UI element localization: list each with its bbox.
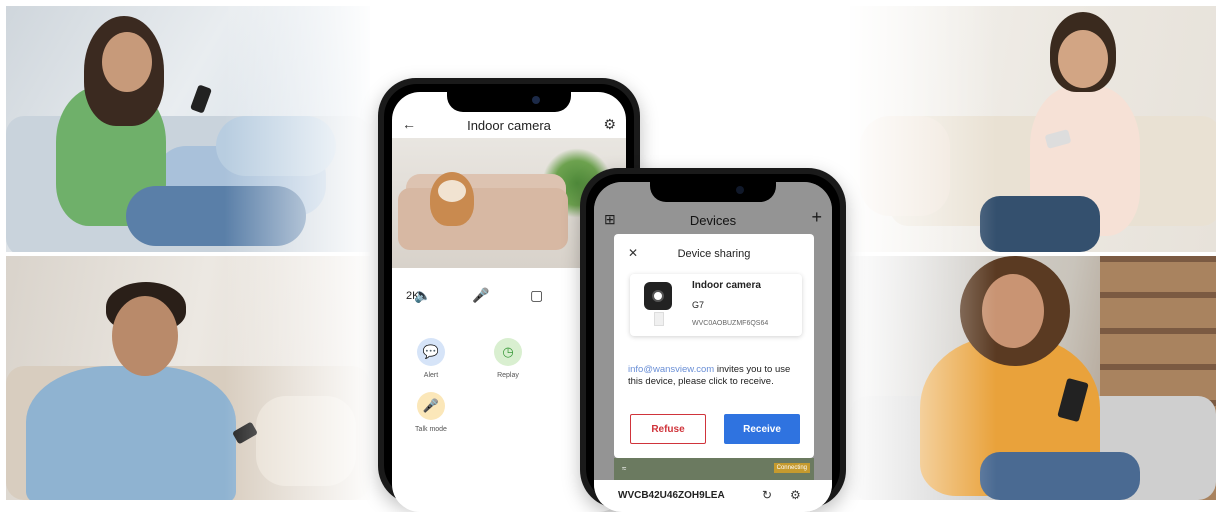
lifestyle-photo-man-sofa-left (6, 256, 370, 500)
microphone-icon[interactable]: 🎤 (472, 288, 489, 302)
chat-bubble-icon: 💬 (417, 338, 445, 366)
alert-button[interactable]: 💬 Alert (401, 338, 461, 379)
gear-icon[interactable]: ⚙ (790, 488, 801, 502)
dialog-title: Device sharing (677, 248, 751, 260)
dog-image (430, 172, 474, 226)
talk-mode-button[interactable]: 🎤 Talk mode (401, 392, 461, 433)
record-icon[interactable]: ▢ (530, 288, 543, 302)
shared-device-card: Indoor camera G7 WVC0AOBUZMF6QS64 (630, 274, 802, 336)
receive-button[interactable]: Receive (724, 414, 800, 444)
wifi-icon: ≈ (622, 464, 627, 473)
replay-button[interactable]: ◷ Replay (478, 338, 538, 379)
camera-header: ← Indoor camera ⚙ (392, 110, 626, 140)
devices-app-screen: ⊞ Devices + ✕ Device sharing Indoor came… (594, 182, 832, 512)
device-name: Indoor camera (692, 280, 761, 291)
speaker-icon[interactable]: 🔈 (414, 288, 431, 302)
lifestyle-photo-woman-sofa-left (6, 6, 370, 252)
connecting-badge: Connecting (773, 463, 810, 473)
microphone-icon: 🎤 (417, 392, 445, 420)
device-id: WVC0AOBUZMF6QS64 (692, 320, 769, 327)
refuse-button[interactable]: Refuse (630, 414, 706, 444)
invite-message: info@wansview.com invites you to use thi… (628, 364, 791, 387)
gear-icon[interactable]: ⚙ (603, 117, 616, 131)
replay-clock-icon: ◷ (494, 338, 522, 366)
invite-email: info@wansview.com (628, 364, 715, 375)
device-sharing-dialog: ✕ Device sharing Indoor camera G7 WVC0AO… (614, 234, 814, 458)
camera-device-icon (644, 282, 672, 310)
device-list-item[interactable]: WVCB42U46ZOH9LEA ↻ ⚙ (594, 480, 832, 512)
device-model: G7 (692, 300, 705, 310)
device-code: WVCB42U46ZOH9LEA (618, 490, 725, 501)
lifestyle-photo-woman-sofa-right (850, 6, 1216, 252)
device-list-thumbnail[interactable]: ≈ Connecting (614, 458, 814, 480)
page-title: Indoor camera (467, 118, 551, 133)
replay-icon[interactable]: ↻ (762, 488, 772, 502)
phone-devices: ⊞ Devices + ✕ Device sharing Indoor came… (580, 168, 846, 512)
lifestyle-photo-woman-yellow-hoodie (850, 256, 1216, 500)
